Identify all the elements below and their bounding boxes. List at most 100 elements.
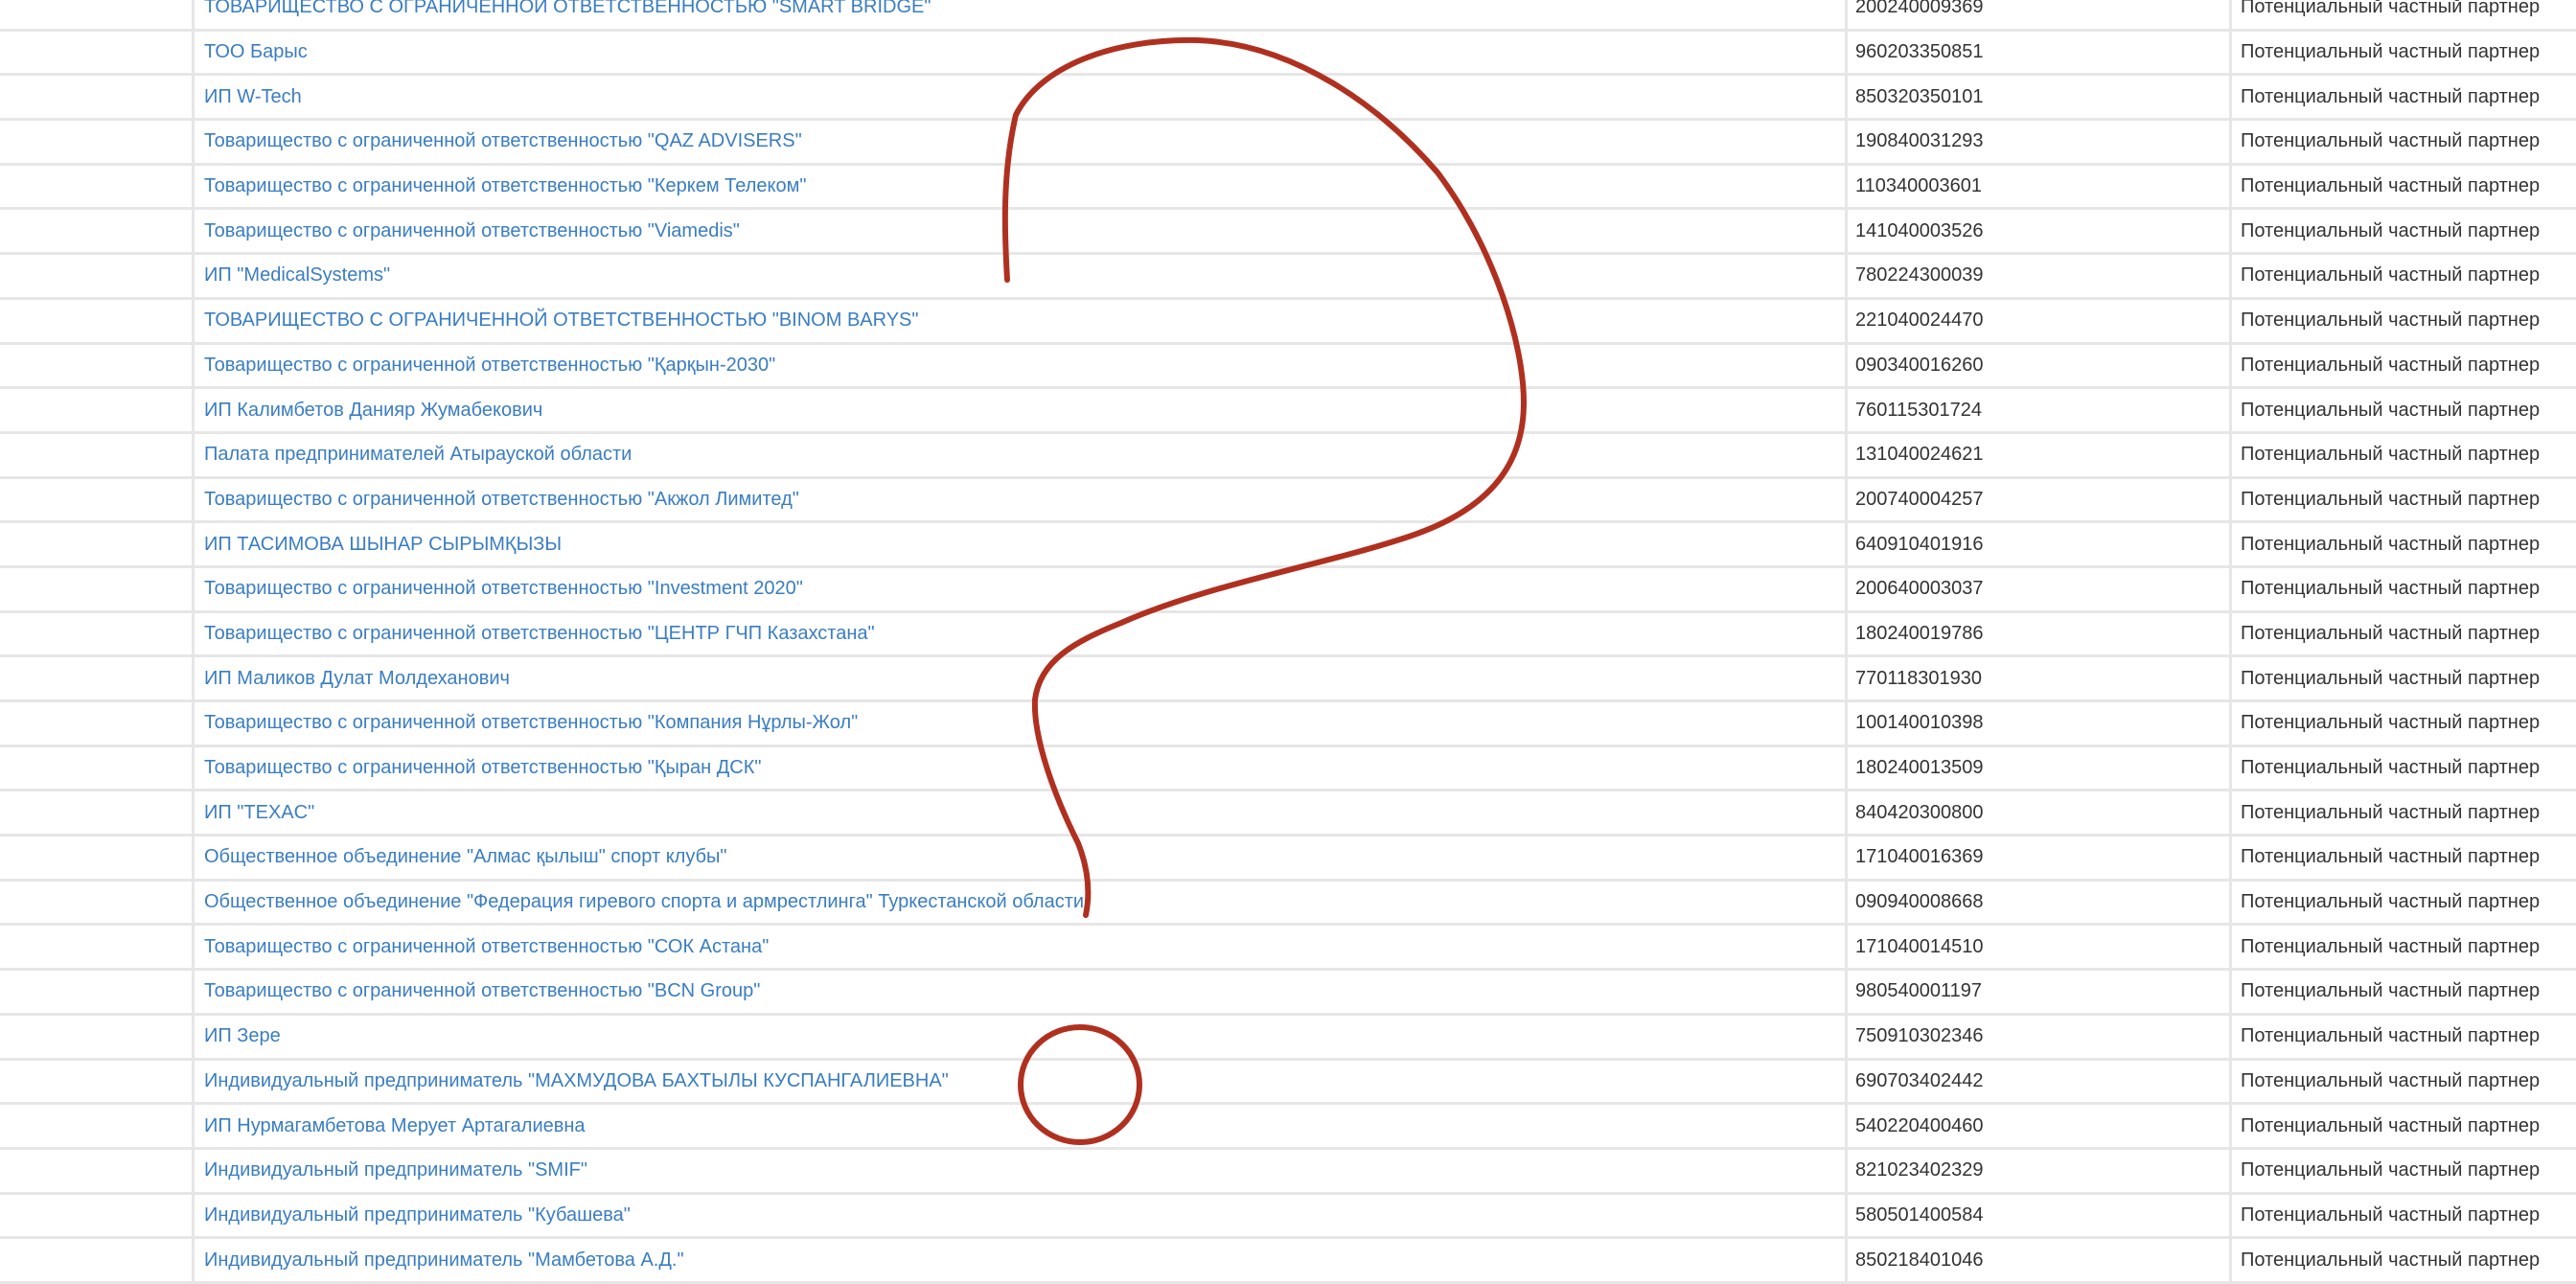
table-row: 9 Товарищество с ограниченной ответственн…: [0, 165, 2576, 211]
organization-name-cell: Общественное объединение "Алмас қылыш" с…: [195, 837, 1848, 879]
organization-link[interactable]: ТОО Барыс: [204, 41, 308, 63]
bin-cell: 640910401916: [1848, 523, 2232, 565]
row-number: 9: [0, 746, 195, 790]
bin-cell: 840420300800: [1848, 791, 2232, 835]
bin-cell: 200640003037: [1848, 567, 2232, 610]
table-row: 8 ТОВАРИЩЕСТВО С ОГРАНИЧЕННОЙ ОТВЕТСТВЕНН…: [0, 299, 2576, 345]
organization-name-cell: Товарищество с ограниченной ответственно…: [195, 926, 1848, 969]
organization-link[interactable]: Товарищество с ограниченной ответственно…: [204, 980, 760, 1002]
organization-name-cell: Палата предпринимателей Атырауской облас…: [195, 433, 1848, 476]
row-number: 7: [0, 121, 195, 163]
organization-name-cell: Индивидуальный предприниматель "Кубашева…: [195, 1194, 1848, 1237]
bin-cell: 780224300039: [1848, 255, 2232, 297]
organization-link[interactable]: ИП W-Tech: [204, 86, 302, 108]
row-number: 5: [0, 926, 195, 969]
organization-link[interactable]: Товарищество с ограниченной ответственно…: [204, 175, 806, 197]
organization-link[interactable]: ИП Зере: [204, 1025, 281, 1047]
partner-type-cell: Потенциальный частный партнер: [2241, 219, 2541, 241]
organization-name-cell: ТОВАРИЩЕСТВО С ОГРАНИЧЕННОЙ ОТВЕТСТВЕННО…: [195, 0, 1848, 29]
organization-name-cell: ИП Нурмагамбетова Мерует Артагалиевна: [195, 1105, 1848, 1147]
organization-link[interactable]: Товарищество с ограниченной ответственно…: [204, 489, 799, 511]
table-row: 6 Индивидуальный предприниматель "Мамбето…: [0, 1239, 2576, 1284]
table-row: 5 Индивидуальный предприниматель "МАХМУДО…: [0, 1060, 2576, 1106]
organization-link[interactable]: ИП Калимбетов Данияр Жумабекович: [204, 400, 542, 422]
table-row: 8 Общественное объединение "Алмас қылыш" …: [0, 837, 2576, 882]
organization-link[interactable]: Товарищество с ограниченной ответственно…: [204, 623, 875, 645]
row-number: 2: [0, 0, 195, 29]
partner-type-cell: Потенциальный частный партнер: [2241, 980, 2541, 1002]
organization-link[interactable]: Товарищество с ограниченной ответственно…: [204, 578, 803, 600]
organization-link[interactable]: ИП "MedicalSystems": [204, 264, 390, 287]
table-row: 6 ИП "MedicalSystems" 780224300039 Потенциа…: [0, 255, 2576, 300]
organization-name-cell: Товарищество с ограниченной ответственно…: [195, 210, 1848, 253]
organization-name-cell: Товарищество с ограниченной ответственно…: [195, 344, 1848, 387]
organization-link[interactable]: Индивидуальный предприниматель "Кубашева…: [204, 1204, 631, 1227]
bin-cell: 090340016260: [1848, 344, 2232, 387]
organization-link[interactable]: Общественное объединение "Федерация гире…: [204, 891, 1084, 913]
table-row: 5 Товарищество с ограниченной ответственн…: [0, 926, 2576, 972]
partner-type-cell: Потенциальный частный партнер: [2241, 1069, 2541, 1091]
row-number: 9: [0, 523, 195, 565]
partner-type-cell: Потенциальный частный партнер: [2241, 85, 2541, 107]
organization-name-cell: ТОО Барыс: [195, 31, 1848, 74]
partners-table: 2 ТОВАРИЩЕСТВО С ОГРАНИЧЕННОЙ ОТВЕТСТВЕНН…: [0, 0, 2576, 1284]
organization-link[interactable]: ИП Маликов Дулат Молдеханович: [204, 668, 510, 690]
organization-link[interactable]: Индивидуальный предприниматель "SMIF": [204, 1159, 587, 1181]
bin-cell: 171040016369: [1848, 837, 2232, 879]
row-number: 8: [0, 837, 195, 879]
bin-cell: 960203350851: [1848, 31, 2232, 74]
bin-cell: 760115301724: [1848, 389, 2232, 431]
bin-cell: 221040024470: [1848, 299, 2232, 342]
organization-name-cell: Индивидуальный предприниматель "МАХМУДОВ…: [195, 1060, 1848, 1103]
table-row: 9 Товарищество с ограниченной ответственн…: [0, 746, 2576, 792]
table-row: 6 ТОО Барыс 960203350851 Потенциальный част…: [0, 31, 2576, 77]
organization-link[interactable]: Общественное объединение "Алмас қылыш" с…: [204, 846, 727, 868]
bin-cell: 821023402329: [1848, 1149, 2232, 1192]
partner-type-cell: Потенциальный частный партнер: [2241, 757, 2541, 779]
table-row: 7 Товарищество с ограниченной ответственн…: [0, 121, 2576, 166]
organization-link[interactable]: ИП ТАСИМОВА ШЫНАР СЫРЫМҚЫЗЫ: [204, 534, 562, 556]
table-row: 0 Товарищество с ограниченной ответственн…: [0, 478, 2576, 524]
table-row: 1 ИП "TEXAC" 840420300800 Потенциальный час…: [0, 791, 2576, 837]
row-number: 6: [0, 31, 195, 74]
organization-link[interactable]: Товарищество с ограниченной ответственно…: [204, 220, 740, 242]
row-number: 6: [0, 255, 195, 297]
bin-cell: 540220400460: [1848, 1105, 2232, 1147]
table-row: 9 ИП ТАСИМОВА ШЫНАР СЫРЫМҚЫЗЫ 640910401916…: [0, 523, 2576, 568]
organization-name-cell: Индивидуальный предприниматель "Мамбетов…: [195, 1239, 1848, 1281]
table-row: 1 Товарищество с ограниченной ответственн…: [0, 971, 2576, 1016]
partner-type-cell: Потенциальный частный партнер: [2241, 130, 2541, 152]
organization-link[interactable]: ТОВАРИЩЕСТВО С ОГРАНИЧЕННОЙ ОТВЕТСТВЕННО…: [204, 310, 919, 332]
organization-link[interactable]: Индивидуальный предприниматель "МАХМУДОВ…: [204, 1070, 949, 1092]
table-row: 9 Товарищество с ограниченной ответственн…: [0, 344, 2576, 390]
organization-name-cell: ИП ТАСИМОВА ШЫНАР СЫРЫМҚЫЗЫ: [195, 523, 1848, 565]
organization-link[interactable]: Товарищество с ограниченной ответственно…: [204, 757, 762, 779]
organization-link[interactable]: Товарищество с ограниченной ответственно…: [204, 712, 858, 734]
organization-name-cell: ИП Маликов Дулат Молдеханович: [195, 657, 1848, 699]
partner-type-cell: Потенциальный частный партнер: [2241, 533, 2541, 555]
bin-cell: 200740004257: [1848, 478, 2232, 521]
organization-name-cell: Общественное объединение "Федерация гире…: [195, 881, 1848, 924]
organization-link[interactable]: ТОВАРИЩЕСТВО С ОГРАНИЧЕННОЙ ОТВЕТСТВЕННО…: [204, 0, 931, 18]
table-row: 5 ИП Маликов Дулат Молдеханович 7701183019…: [0, 657, 2576, 702]
bin-cell: 190840031293: [1848, 121, 2232, 163]
table-row: 4 Индивидуальный предприниматель "Кубашев…: [0, 1194, 2576, 1240]
row-number: 1: [0, 971, 195, 1013]
partner-type-cell: Потенциальный частный партнер: [2241, 0, 2541, 18]
table-row: 9 Палата предпринимателей Атырауской обла…: [0, 433, 2576, 479]
organization-link[interactable]: ИП "TEXAC": [204, 802, 314, 824]
organization-name-cell: ИП "MedicalSystems": [195, 255, 1848, 297]
organization-link[interactable]: Товарищество с ограниченной ответственно…: [204, 936, 769, 958]
organization-link[interactable]: Палата предпринимателей Атырауской облас…: [204, 444, 632, 466]
organization-link[interactable]: Индивидуальный предприниматель "Мамбетов…: [204, 1250, 684, 1272]
table-row: 2 ТОВАРИЩЕСТВО С ОГРАНИЧЕННОЙ ОТВЕТСТВЕНН…: [0, 0, 2576, 32]
table-row: 1 Индивидуальный предприниматель "SMIF" 82…: [0, 1149, 2576, 1195]
organization-name-cell: Товарищество с ограниченной ответственно…: [195, 121, 1848, 163]
organization-link[interactable]: Товарищество с ограниченной ответственно…: [204, 355, 775, 377]
bin-cell: 171040014510: [1848, 926, 2232, 969]
organization-link[interactable]: ИП Нурмагамбетова Мерует Артагалиевна: [204, 1115, 586, 1137]
partner-type-cell: Потенциальный частный партнер: [2241, 264, 2541, 287]
bin-cell: 180240013509: [1848, 746, 2232, 790]
partner-type-cell: Потенциальный частный партнер: [2241, 488, 2541, 510]
organization-link[interactable]: Товарищество с ограниченной ответственно…: [204, 130, 802, 152]
